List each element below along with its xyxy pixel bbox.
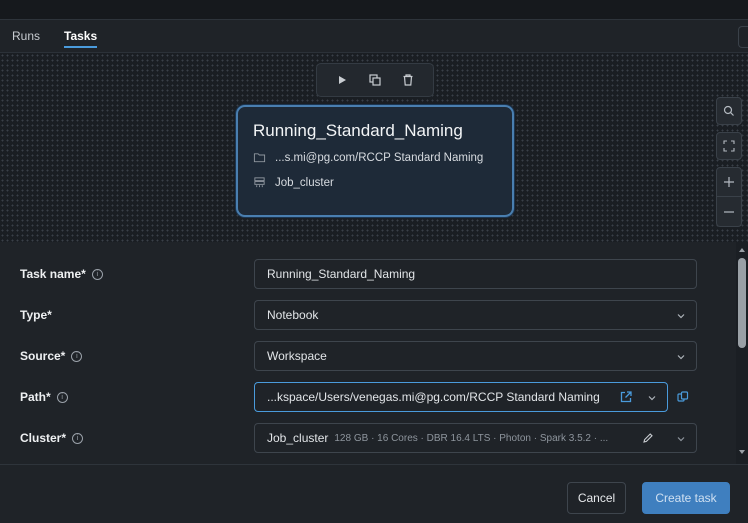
play-icon <box>338 76 346 84</box>
cluster-label-text: Cluster* <box>20 431 67 445</box>
task-graph-canvas[interactable]: Running_Standard_Naming ...s.mi@pg.com/R… <box>0 52 748 242</box>
path-input[interactable]: ...kspace/Users/venegas.mi@pg.com/RCCP S… <box>254 382 668 412</box>
external-link-icon[interactable] <box>619 390 633 404</box>
chevron-down-icon <box>676 351 686 361</box>
source-row: Source* i Workspace <box>0 340 736 372</box>
info-icon[interactable]: i <box>72 432 84 444</box>
task-name-label: Task name* i <box>20 267 103 281</box>
chevron-down-icon <box>676 433 686 443</box>
task-node[interactable]: Running_Standard_Naming ...s.mi@pg.com/R… <box>236 105 514 217</box>
run-task-button[interactable] <box>330 68 354 92</box>
type-row: Type* Notebook <box>0 299 736 331</box>
node-title: Running_Standard_Naming <box>253 121 463 140</box>
trash-icon <box>403 74 413 86</box>
info-icon[interactable]: i <box>91 268 103 280</box>
form-scrollbar[interactable] <box>736 242 748 464</box>
tab-runs[interactable]: Runs <box>0 20 52 52</box>
fit-view-button[interactable] <box>716 132 742 160</box>
type-value: Notebook <box>267 308 319 322</box>
copy-icon <box>369 74 381 86</box>
copy-path-icon[interactable] <box>676 390 690 404</box>
chevron-down-icon <box>676 310 686 320</box>
info-icon[interactable]: i <box>56 391 68 403</box>
tab-tasks[interactable]: Tasks <box>52 20 109 52</box>
source-select[interactable]: Workspace <box>254 341 697 371</box>
cluster-select[interactable]: Job_cluster 128 GB · 16 Cores · DBR 16.4… <box>254 423 697 453</box>
panel-edge <box>738 26 748 48</box>
create-task-button[interactable]: Create task <box>642 482 730 514</box>
source-label: Source* i <box>20 349 83 363</box>
clone-task-button[interactable] <box>363 68 387 92</box>
fit-view-icon <box>723 140 735 152</box>
task-name-label-text: Task name* <box>20 267 86 281</box>
cluster-icon <box>254 177 265 188</box>
cluster-label: Cluster* i <box>20 431 84 445</box>
cluster-details: 128 GB · 16 Cores · DBR 16.4 LTS · Photo… <box>334 432 609 444</box>
node-path-row: ...s.mi@pg.com/RCCP Standard Naming <box>253 151 512 164</box>
info-icon[interactable]: i <box>71 350 83 362</box>
search-button[interactable] <box>716 97 742 125</box>
type-label: Type* <box>20 308 52 322</box>
chevron-down-icon[interactable] <box>647 392 657 402</box>
node-cluster: Job_cluster <box>275 176 334 189</box>
pencil-icon[interactable] <box>642 432 654 447</box>
canvas-controls <box>716 97 744 227</box>
scroll-thumb[interactable] <box>738 258 746 348</box>
task-name-row: Task name* i Running_Standard_Naming <box>0 258 736 290</box>
node-path: ...s.mi@pg.com/RCCP Standard Naming <box>275 151 484 164</box>
folder-icon <box>253 153 266 163</box>
zoom-out-icon <box>724 210 734 213</box>
zoom-in-button[interactable] <box>716 167 742 197</box>
cluster-row: Cluster* i Job_cluster 128 GB · 16 Cores… <box>0 422 736 454</box>
scroll-up-icon[interactable] <box>738 246 746 254</box>
delete-task-button[interactable] <box>396 68 420 92</box>
cluster-value: Job_cluster <box>267 431 329 445</box>
path-value: ...kspace/Users/venegas.mi@pg.com/RCCP S… <box>267 390 600 404</box>
source-label-text: Source* <box>20 349 66 363</box>
node-toolbar <box>316 63 434 97</box>
zoom-out-button[interactable] <box>716 197 742 227</box>
task-name-input[interactable]: Running_Standard_Naming <box>254 259 697 289</box>
zoom-in-icon <box>724 177 734 187</box>
path-row: Path* i ...kspace/Users/venegas.mi@pg.co… <box>0 381 736 413</box>
dialog-footer: Cancel Create task <box>0 464 748 523</box>
path-label: Path* i <box>20 390 68 404</box>
top-strip <box>0 0 748 20</box>
task-form: Task name* i Running_Standard_Naming Typ… <box>0 242 736 464</box>
scroll-down-icon[interactable] <box>738 448 746 456</box>
search-icon <box>723 105 734 116</box>
tab-bar: Runs Tasks <box>0 20 748 52</box>
node-cluster-row: Job_cluster <box>253 176 512 189</box>
cancel-button[interactable]: Cancel <box>567 482 626 514</box>
source-value: Workspace <box>267 349 327 363</box>
path-label-text: Path* <box>20 390 51 404</box>
type-select[interactable]: Notebook <box>254 300 697 330</box>
